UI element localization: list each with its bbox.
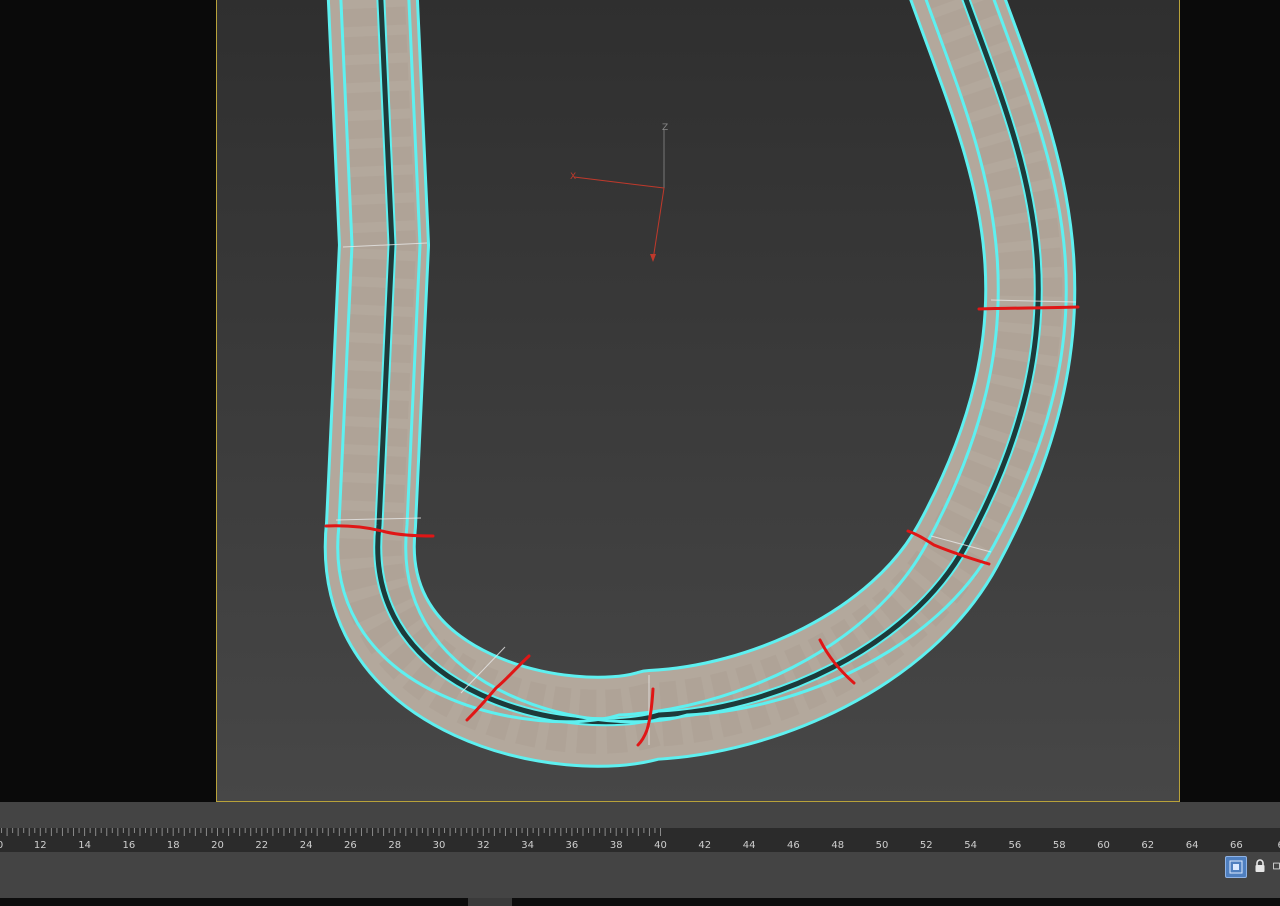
annotation-mark-6 xyxy=(977,305,1080,311)
grid-glyph xyxy=(1229,860,1243,874)
ruler-tick-label: 14 xyxy=(78,840,91,851)
ruler-tick-label: 62 xyxy=(1141,840,1154,851)
ruler-tick-label: 58 xyxy=(1053,840,1066,851)
status-bar xyxy=(0,852,1280,904)
grid-icon[interactable] xyxy=(1225,856,1247,878)
ruler-tick-label: 50 xyxy=(876,840,889,851)
ruler-tick-label: 22 xyxy=(255,840,268,851)
perspective-viewport[interactable]: Z X xyxy=(216,0,1180,802)
ruler-tick-label: 0 xyxy=(0,840,3,851)
road-spline-mesh[interactable] xyxy=(338,0,1067,722)
ruler-tick-label: 44 xyxy=(743,840,756,851)
time-ruler[interactable]: 0 12 14 16 18 20 22 24 26 28 30 32 34 36 38 40 42 44 46 48 5… xyxy=(0,828,1280,852)
ruler-tick-label: 42 xyxy=(698,840,711,851)
ruler-tick-label: 30 xyxy=(433,840,446,851)
ruler-tick-label: 48 xyxy=(831,840,844,851)
ruler-tick-label: 60 xyxy=(1097,840,1110,851)
ruler-tick-label: 52 xyxy=(920,840,933,851)
toolbar-icon[interactable] xyxy=(1273,856,1280,876)
x-axis-label: X xyxy=(570,172,576,182)
ruler-tick-label: 34 xyxy=(521,840,534,851)
viewport-scene[interactable]: Z X xyxy=(217,0,1179,801)
ruler-tick-label: 36 xyxy=(566,840,579,851)
ruler-tick-label: 20 xyxy=(211,840,224,851)
bottom-panel: 0 12 14 16 18 20 22 24 26 28 30 32 34 36 38 40 42 44 46 48 5… xyxy=(0,802,1280,906)
lock-glyph xyxy=(1255,859,1265,872)
lock-icon[interactable] xyxy=(1250,856,1270,876)
ruler-tick-label: 40 xyxy=(654,840,667,851)
ruler-tick-label: 64 xyxy=(1186,840,1199,851)
z-axis-label: Z xyxy=(662,123,668,133)
ruler-tick-label: 28 xyxy=(388,840,401,851)
bottom-tab[interactable] xyxy=(468,898,512,906)
ruler-tick-label: 12 xyxy=(34,840,47,851)
ruler-tick-label: 38 xyxy=(610,840,623,851)
axis-gizmo: Z X xyxy=(570,123,668,262)
ruler-tick-label: 24 xyxy=(300,840,313,851)
ruler-ticks: 0 12 14 16 18 20 22 24 26 28 30 32 34 36 38 40 42 44 46 48 5… xyxy=(0,828,1280,851)
ruler-tick-label: 46 xyxy=(787,840,800,851)
ruler-tick-label: 16 xyxy=(123,840,136,851)
ruler-tick-label: 26 xyxy=(344,840,357,851)
ruler-tick-label: 54 xyxy=(964,840,977,851)
viewport-area: Z X xyxy=(0,0,1280,802)
ruler-tick-label: 56 xyxy=(1009,840,1022,851)
ruler-tick-label: 66 xyxy=(1230,840,1243,851)
toolbar-glyph xyxy=(1273,862,1280,870)
bottom-strip xyxy=(0,898,1280,906)
ruler-tick-label: 18 xyxy=(167,840,180,851)
ruler-tick-label: 32 xyxy=(477,840,490,851)
